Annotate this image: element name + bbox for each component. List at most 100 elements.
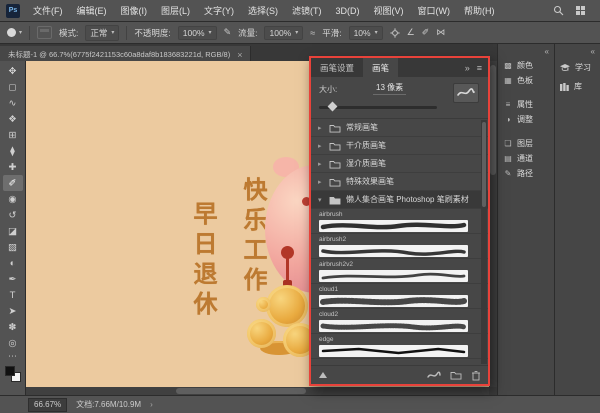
hand-tool[interactable]: ✽ xyxy=(3,319,23,335)
panel-menu-icon[interactable]: ≡ xyxy=(477,63,482,73)
photoshop-window: Ps 文件(F) 编辑(E) 图像(I) 图层(L) 文字(Y) 选择(S) 滤… xyxy=(0,0,600,413)
scrollbar-thumb[interactable] xyxy=(482,122,486,207)
brush-folder-expanded[interactable]: ▾ 懒人集合画笔 Photoshop 笔刷素材 xyxy=(311,191,488,209)
menu-view[interactable]: 视图(V) xyxy=(367,0,411,22)
menu-file[interactable]: 文件(F) xyxy=(26,0,70,22)
panel-button-swatches[interactable]: ▦ 色板 xyxy=(498,73,554,88)
brush-name: airbrush2 xyxy=(319,236,488,244)
marquee-tool[interactable]: ◻ xyxy=(3,79,23,95)
chevron-right-icon[interactable]: › xyxy=(150,400,153,409)
panel-button-libraries[interactable]: 库 xyxy=(555,77,600,96)
gear-icon[interactable] xyxy=(390,28,400,38)
menu-edit[interactable]: 编辑(E) xyxy=(70,0,114,22)
lasso-tool[interactable]: ∿ xyxy=(3,95,23,111)
toggle-brush-panel-button[interactable] xyxy=(37,26,52,39)
brush-folder[interactable]: ▸ 干介质画笔 xyxy=(311,137,488,155)
brush-item[interactable]: edge xyxy=(311,334,488,359)
pen-pressure-icon[interactable]: ✎ xyxy=(224,27,232,38)
collapse-panels-icon[interactable]: « xyxy=(498,45,554,58)
brush-stroke-preview xyxy=(319,320,468,332)
healing-brush-tool[interactable]: ✚ xyxy=(3,159,23,175)
search-icon[interactable] xyxy=(553,5,564,16)
vertical-scrollbar[interactable] xyxy=(489,61,497,387)
menu-filter[interactable]: 滤镜(T) xyxy=(285,0,329,22)
crop-tool[interactable]: ⊞ xyxy=(3,127,23,143)
workspace-switcher-icon[interactable] xyxy=(575,5,586,16)
quick-selection-tool[interactable]: ❖ xyxy=(3,111,23,127)
foreground-background-swatches[interactable] xyxy=(5,366,21,382)
close-icon[interactable]: × xyxy=(237,50,242,60)
menu-window[interactable]: 窗口(W) xyxy=(411,0,458,22)
delete-brush-icon[interactable] xyxy=(471,370,481,381)
scrollbar-thumb[interactable] xyxy=(490,65,496,175)
menu-select[interactable]: 选择(S) xyxy=(241,0,285,22)
dodge-tool[interactable]: ◐ xyxy=(3,255,23,271)
panel-button-paths[interactable]: ✎ 路径 xyxy=(498,166,554,181)
clone-stamp-tool[interactable]: ◉ xyxy=(3,191,23,207)
brush-angle-icon[interactable]: ∠ xyxy=(407,27,415,38)
tab-brush-settings[interactable]: 画笔设置 xyxy=(311,58,363,77)
path-selection-tool[interactable]: ➤ xyxy=(3,303,23,319)
panel-scrollbar[interactable] xyxy=(481,120,487,364)
panel-button-channels[interactable]: ▤ 通道 xyxy=(498,151,554,166)
mode-select[interactable]: 正常 ▾ xyxy=(85,25,119,41)
zoom-level-field[interactable]: 66.67% xyxy=(28,398,67,412)
smoothing-select[interactable]: 10% ▾ xyxy=(349,26,383,40)
new-group-icon[interactable] xyxy=(450,370,462,380)
brush-folder[interactable]: ▸ 湿介质画笔 xyxy=(311,155,488,173)
size-input[interactable]: 13 像素 xyxy=(373,82,406,95)
panel-label: 颜色 xyxy=(517,60,533,71)
menu-3d[interactable]: 3D(D) xyxy=(329,0,367,22)
slider-thumb[interactable] xyxy=(328,102,338,112)
up-arrow-icon[interactable] xyxy=(318,371,328,379)
menu-type[interactable]: 文字(Y) xyxy=(197,0,241,22)
brush-item[interactable]: cloud2 xyxy=(311,309,488,334)
brush-item[interactable]: airbrush2 xyxy=(311,234,488,259)
brush-preset-picker[interactable]: ▾ xyxy=(7,28,22,37)
folder-icon xyxy=(329,123,341,133)
brush-name: cloud1 xyxy=(319,286,488,294)
panel-button-layers[interactable]: ❏ 图层 xyxy=(498,136,554,151)
zoom-tool[interactable]: ◎ xyxy=(3,335,23,351)
brush-item[interactable]: airbrush xyxy=(311,209,488,234)
eraser-tool[interactable]: ◪ xyxy=(3,223,23,239)
panel-button-properties[interactable]: ≡ 属性 xyxy=(498,97,554,112)
gradient-tool[interactable]: ▨ xyxy=(3,239,23,255)
eyedropper-tool[interactable]: ⧫ xyxy=(3,143,23,159)
pen-tool[interactable]: ✒ xyxy=(3,271,23,287)
toggle-brush-stroke-icon[interactable] xyxy=(427,371,441,380)
brush-tool[interactable]: ✐ xyxy=(3,175,23,191)
menu-help[interactable]: 帮助(H) xyxy=(457,0,502,22)
size-slider[interactable] xyxy=(319,106,437,109)
menu-layer[interactable]: 图层(L) xyxy=(154,0,197,22)
horizontal-scrollbar[interactable] xyxy=(26,387,489,395)
flow-select[interactable]: 100% ▾ xyxy=(264,26,303,40)
airbrush-icon[interactable]: ≈ xyxy=(310,28,315,38)
scrollbar-thumb[interactable] xyxy=(176,388,306,394)
menu-image[interactable]: 图像(I) xyxy=(114,0,155,22)
brush-item[interactable]: cloud1 xyxy=(311,284,488,309)
move-tool[interactable]: ✥ xyxy=(3,63,23,79)
stroke-preview-button[interactable] xyxy=(453,83,479,103)
panel-button-learn[interactable]: 学习 xyxy=(555,58,600,77)
channels-panel-icon: ▤ xyxy=(503,154,513,163)
panel-button-adjustments[interactable]: ◑ 调整 xyxy=(498,112,554,127)
brush-item[interactable]: airbrush2v2 xyxy=(311,259,488,284)
collapse-panel-icon[interactable]: » xyxy=(465,63,470,73)
brush-folder[interactable]: ▸ 特殊效果画笔 xyxy=(311,173,488,191)
size-pressure-icon[interactable]: ✐ xyxy=(422,27,430,38)
collapse-panels-icon[interactable]: « xyxy=(555,45,600,58)
edit-toolbar-icon[interactable]: ⋯ xyxy=(8,351,17,363)
opacity-label: 不透明度: xyxy=(134,27,170,39)
opacity-select[interactable]: 100% ▾ xyxy=(178,26,217,40)
symmetry-icon[interactable]: ⋈ xyxy=(436,27,445,38)
type-tool[interactable]: T xyxy=(3,287,23,303)
app-icon[interactable]: Ps xyxy=(6,4,20,18)
chevron-down-icon: ▾ xyxy=(375,29,378,36)
brush-folder[interactable]: ▸ 常规画笔 xyxy=(311,119,488,137)
canvas-slogan-right: 快乐工作 xyxy=(240,177,264,297)
foreground-color-swatch[interactable] xyxy=(5,366,15,376)
history-brush-tool[interactable]: ↺ xyxy=(3,207,23,223)
tab-brushes[interactable]: 画笔 xyxy=(363,58,398,77)
panel-button-color[interactable]: ▩ 颜色 xyxy=(498,58,554,73)
